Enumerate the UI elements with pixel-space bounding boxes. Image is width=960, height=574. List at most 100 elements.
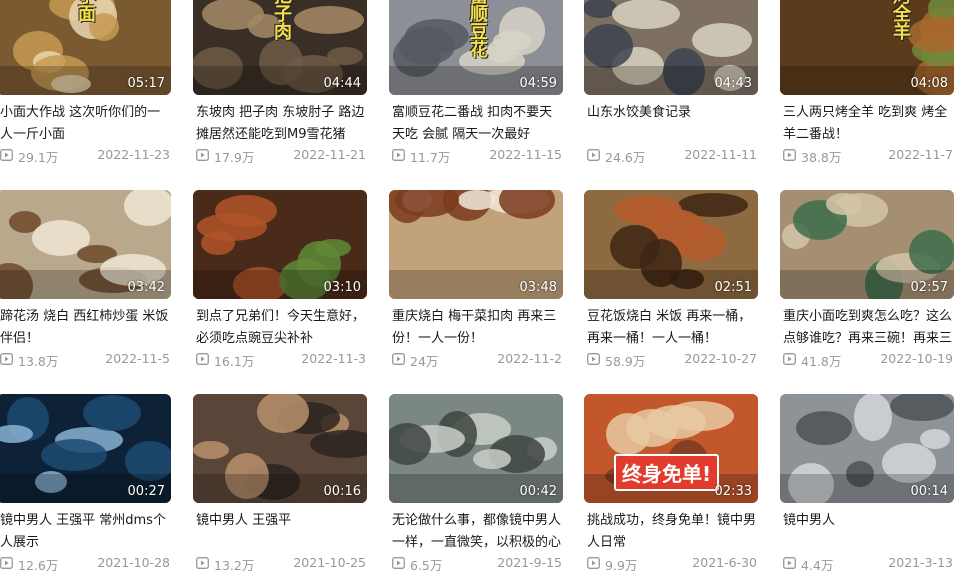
- view-count: 13.2万: [214, 558, 255, 573]
- thumbnail-caption: 把子肉: [271, 0, 292, 40]
- thumbnail-caption: 小面: [75, 0, 96, 22]
- video-card[interactable]: 03:42 蹄花汤 烧白 西红柿炒蛋 米饭伴侣！ 13.8万 2022-11-5: [0, 190, 171, 370]
- video-card[interactable]: 富顺豆花 04:59 富顺豆花二番战 扣肉不要天天吃 会腻 隔天一次最好 11.7万 2…: [389, 0, 563, 166]
- play-count-icon: [392, 353, 405, 365]
- play-count-icon: [196, 149, 209, 161]
- view-count: 24.6万: [605, 150, 646, 165]
- publish-date: 2022-11-11: [684, 147, 757, 162]
- video-thumbnail[interactable]: 02:51: [584, 190, 758, 299]
- video-thumbnail[interactable]: 03:42: [0, 190, 171, 299]
- video-title[interactable]: 东坡肉 把子肉 东坡肘子 路边摊居然还能吃到M9雪花猪: [196, 102, 368, 146]
- play-count-icon: [0, 353, 13, 365]
- play-count-icon: [196, 353, 209, 365]
- video-card[interactable]: 03:10 到点了兄弟们！今天生意好，必须吃点豌豆尖补补 16.1万 2022-11-…: [193, 190, 367, 370]
- view-count: 4.4万: [801, 558, 834, 573]
- play-count-icon: [196, 557, 209, 569]
- video-duration: 02:51: [714, 280, 752, 295]
- video-meta: 38.8万 2022-11-7: [783, 147, 953, 165]
- video-meta: 11.7万 2022-11-15: [392, 147, 562, 165]
- publish-date: 2021-6-30: [692, 555, 757, 570]
- play-count-icon: [392, 149, 405, 161]
- view-count: 6.5万: [410, 558, 443, 573]
- video-card[interactable]: 小面 05:17 小面大作战 这次听你们的一人一斤小面 29.1万 2022-11-23: [0, 0, 171, 166]
- play-count-icon: [587, 557, 600, 569]
- publish-date: 2021-10-25: [293, 555, 366, 570]
- video-card[interactable]: 04:43 山东水饺美食记录 24.6万 2022-11-11: [584, 0, 758, 166]
- publish-date: 2022-11-23: [97, 147, 170, 162]
- video-thumbnail[interactable]: 富顺豆花 04:59: [389, 0, 563, 95]
- video-card[interactable]: 把子肉 04:44 东坡肉 把子肉 东坡肘子 路边摊居然还能吃到M9雪花猪 17.9万…: [193, 0, 367, 166]
- video-meta: 24.6万 2022-11-11: [587, 147, 757, 165]
- video-title[interactable]: 蹄花汤 烧白 西红柿炒蛋 米饭伴侣！: [0, 306, 172, 350]
- video-card[interactable]: 00:42 无论做什么事，都像镜中男人一样，一直微笑，以积极的心 6.5万 2021-…: [389, 394, 563, 574]
- video-meta: 24万 2022-11-2: [392, 351, 562, 369]
- video-thumbnail[interactable]: 02:57: [780, 190, 954, 299]
- publish-date: 2022-11-7: [888, 147, 953, 162]
- video-card[interactable]: 03:48 重庆烧白 梅干菜扣肉 再来三份！一人一份！ 24万 2022-11-2: [389, 190, 563, 370]
- view-count: 29.1万: [18, 150, 59, 165]
- video-duration: 04:59: [519, 76, 557, 91]
- video-meta: 58.9万 2022-10-27: [587, 351, 757, 369]
- video-duration: 03:10: [323, 280, 361, 295]
- view-count: 17.9万: [214, 150, 255, 165]
- video-meta: 29.1万 2022-11-23: [0, 147, 170, 165]
- publish-date: 2021-3-13: [888, 555, 953, 570]
- view-count: 24万: [410, 354, 439, 369]
- publish-date: 2022-11-21: [293, 147, 366, 162]
- publish-date: 2022-11-2: [497, 351, 562, 366]
- video-card[interactable]: 02:57 重庆小面吃到爽怎么吃？这么点够谁吃？再来三碗！再来三 41.8万 2022…: [780, 190, 954, 370]
- video-thumbnail[interactable]: 终身免单! 02:33: [584, 394, 758, 503]
- video-card[interactable]: 02:51 豆花饭烧白 米饭 再来一桶，再来一桶！一人一桶！ 58.9万 2022-1…: [584, 190, 758, 370]
- video-title[interactable]: 无论做什么事，都像镜中男人一样，一直微笑，以积极的心: [392, 510, 564, 554]
- video-duration: 00:27: [127, 484, 165, 499]
- thumbnail-caption: 烤全羊: [890, 0, 911, 40]
- video-title[interactable]: 镜中男人 王强平: [196, 510, 368, 554]
- video-title[interactable]: 富顺豆花二番战 扣肉不要天天吃 会腻 隔天一次最好: [392, 102, 564, 146]
- video-card[interactable]: 00:14 镜中男人 4.4万 2021-3-13: [780, 394, 954, 574]
- video-card[interactable]: 烤全羊 04:08 三人两只烤全羊 吃到爽 烤全羊二番战！ 38.8万 2022-11-…: [780, 0, 954, 166]
- video-meta: 16.1万 2022-11-3: [196, 351, 366, 369]
- video-thumbnail[interactable]: 把子肉 04:44: [193, 0, 367, 95]
- video-title[interactable]: 小面大作战 这次听你们的一人一斤小面: [0, 102, 172, 146]
- play-count-icon: [587, 353, 600, 365]
- video-thumbnail[interactable]: 04:43: [584, 0, 758, 95]
- video-title[interactable]: 挑战成功，终身免单！镜中男人日常: [587, 510, 759, 554]
- video-duration: 04:44: [323, 76, 361, 91]
- video-title[interactable]: 重庆小面吃到爽怎么吃？这么点够谁吃？再来三碗！再来三: [783, 306, 955, 350]
- video-thumbnail[interactable]: 烤全羊 04:08: [780, 0, 954, 95]
- video-card[interactable]: 00:27 镜中男人 王强平 常州dms个人展示 12.6万 2021-10-28: [0, 394, 171, 574]
- video-thumbnail[interactable]: 03:10: [193, 190, 367, 299]
- view-count: 16.1万: [214, 354, 255, 369]
- play-count-icon: [783, 149, 796, 161]
- video-card[interactable]: 00:16 镜中男人 王强平 13.2万 2021-10-25: [193, 394, 367, 574]
- publish-date: 2021-9-15: [497, 555, 562, 570]
- video-title[interactable]: 三人两只烤全羊 吃到爽 烤全羊二番战！: [783, 102, 955, 146]
- video-duration: 00:16: [323, 484, 361, 499]
- video-thumbnail[interactable]: 小面 05:17: [0, 0, 171, 95]
- play-count-icon: [587, 149, 600, 161]
- video-thumbnail[interactable]: 00:14: [780, 394, 954, 503]
- view-count: 58.9万: [605, 354, 646, 369]
- video-grid-page: { "videos": [ {"duration":"05:17","title…: [0, 0, 960, 573]
- view-count: 11.7万: [410, 150, 451, 165]
- video-meta: 13.8万 2022-11-5: [0, 351, 170, 369]
- video-title[interactable]: 豆花饭烧白 米饭 再来一桶，再来一桶！一人一桶！: [587, 306, 759, 350]
- video-title[interactable]: 山东水饺美食记录: [587, 102, 759, 146]
- video-duration: 02:33: [714, 484, 752, 499]
- video-thumbnail[interactable]: 00:16: [193, 394, 367, 503]
- video-title[interactable]: 重庆烧白 梅干菜扣肉 再来三份！一人一份！: [392, 306, 564, 350]
- video-card[interactable]: 终身免单! 02:33 挑战成功，终身免单！镜中男人日常 9.9万 2021-6-30: [584, 394, 758, 574]
- view-count: 13.8万: [18, 354, 59, 369]
- video-thumbnail[interactable]: 00:27: [0, 394, 171, 503]
- video-title[interactable]: 镜中男人: [783, 510, 955, 554]
- video-title[interactable]: 镜中男人 王强平 常州dms个人展示: [0, 510, 172, 554]
- play-count-icon: [783, 557, 796, 569]
- view-count: 38.8万: [801, 150, 842, 165]
- video-meta: 41.8万 2022-10-19: [783, 351, 953, 369]
- video-title[interactable]: 到点了兄弟们！今天生意好，必须吃点豌豆尖补补: [196, 306, 368, 350]
- video-thumbnail[interactable]: 03:48: [389, 190, 563, 299]
- publish-date: 2022-10-19: [880, 351, 953, 366]
- video-duration: 00:42: [519, 484, 557, 499]
- video-thumbnail[interactable]: 00:42: [389, 394, 563, 503]
- video-duration: 04:43: [714, 76, 752, 91]
